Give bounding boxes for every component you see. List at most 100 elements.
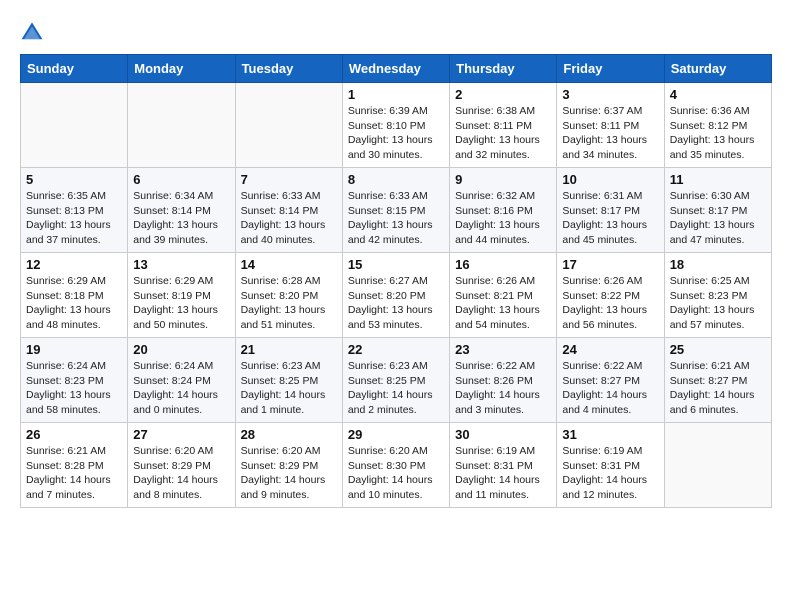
day-info: Sunrise: 6:34 AM Sunset: 8:14 PM Dayligh…: [133, 189, 229, 248]
calendar-cell: 10Sunrise: 6:31 AM Sunset: 8:17 PM Dayli…: [557, 168, 664, 253]
calendar-cell: 7 Sunrise: 6:33 AM Sunset: 8:14 PM Daylig…: [235, 168, 342, 253]
day-info: Sunrise: 6:33 AM Sunset: 8:14 PM Dayligh…: [241, 189, 337, 248]
calendar-cell: 11 Sunrise: 6:30 AM Sunset: 8:17 PM Dayli…: [664, 168, 771, 253]
col-header-wednesday: Wednesday: [342, 55, 449, 83]
calendar-cell: 26Sunrise: 6:21 AM Sunset: 8:28 PM Dayli…: [21, 423, 128, 508]
day-number: 1: [348, 87, 444, 102]
day-number: 22: [348, 342, 444, 357]
day-number: 8: [348, 172, 444, 187]
day-number: 23: [455, 342, 551, 357]
day-number: 21: [241, 342, 337, 357]
day-number: 3: [562, 87, 658, 102]
calendar-cell: 14 Sunrise: 6:28 AM Sunset: 8:20 PM Dayli…: [235, 253, 342, 338]
calendar-cell: 22 Sunrise: 6:23 AM Sunset: 8:25 PM Dayli…: [342, 338, 449, 423]
day-number: 24: [562, 342, 658, 357]
day-info: Sunrise: 6:33 AM Sunset: 8:15 PM Dayligh…: [348, 189, 444, 248]
day-number: 19: [26, 342, 122, 357]
calendar-week-row: 12 Sunrise: 6:29 AM Sunset: 8:18 PM Dayli…: [21, 253, 772, 338]
day-number: 7: [241, 172, 337, 187]
calendar-cell: 9Sunrise: 6:32 AM Sunset: 8:16 PM Daylig…: [450, 168, 557, 253]
calendar-cell: 20 Sunrise: 6:24 AM Sunset: 8:24 PM Dayli…: [128, 338, 235, 423]
logo-icon: [20, 20, 44, 44]
day-info: Sunrise: 6:29 AM Sunset: 8:19 PM Dayligh…: [133, 274, 229, 333]
calendar-week-row: 19 Sunrise: 6:24 AM Sunset: 8:23 PM Dayli…: [21, 338, 772, 423]
calendar-cell: 6 Sunrise: 6:34 AM Sunset: 8:14 PM Daylig…: [128, 168, 235, 253]
calendar-cell: [21, 83, 128, 168]
day-info: Sunrise: 6:24 AM Sunset: 8:24 PM Dayligh…: [133, 359, 229, 418]
day-number: 10: [562, 172, 658, 187]
day-number: 31: [562, 427, 658, 442]
day-info: Sunrise: 6:26 AM Sunset: 8:21 PM Dayligh…: [455, 274, 551, 333]
calendar-cell: 18 Sunrise: 6:25 AM Sunset: 8:23 PM Dayli…: [664, 253, 771, 338]
logo: [20, 20, 48, 44]
day-number: 9: [455, 172, 551, 187]
day-info: Sunrise: 6:30 AM Sunset: 8:17 PM Dayligh…: [670, 189, 766, 248]
day-number: 12: [26, 257, 122, 272]
calendar-cell: 4 Sunrise: 6:36 AM Sunset: 8:12 PM Daylig…: [664, 83, 771, 168]
calendar-cell: 21 Sunrise: 6:23 AM Sunset: 8:25 PM Dayli…: [235, 338, 342, 423]
day-info: Sunrise: 6:35 AM Sunset: 8:13 PM Dayligh…: [26, 189, 122, 248]
calendar-cell: 19 Sunrise: 6:24 AM Sunset: 8:23 PM Dayli…: [21, 338, 128, 423]
day-info: Sunrise: 6:24 AM Sunset: 8:23 PM Dayligh…: [26, 359, 122, 418]
day-number: 28: [241, 427, 337, 442]
calendar-cell: 13 Sunrise: 6:29 AM Sunset: 8:19 PM Dayli…: [128, 253, 235, 338]
day-number: 11: [670, 172, 766, 187]
day-number: 20: [133, 342, 229, 357]
day-number: 17: [562, 257, 658, 272]
calendar-cell: 8 Sunrise: 6:33 AM Sunset: 8:15 PM Daylig…: [342, 168, 449, 253]
day-info: Sunrise: 6:22 AM Sunset: 8:27 PM Dayligh…: [562, 359, 658, 418]
day-info: Sunrise: 6:29 AM Sunset: 8:18 PM Dayligh…: [26, 274, 122, 333]
day-number: 25: [670, 342, 766, 357]
day-info: Sunrise: 6:21 AM Sunset: 8:27 PM Dayligh…: [670, 359, 766, 418]
day-number: 16: [455, 257, 551, 272]
calendar-header-row: SundayMondayTuesdayWednesdayThursdayFrid…: [21, 55, 772, 83]
col-header-sunday: Sunday: [21, 55, 128, 83]
header: [20, 20, 772, 44]
day-number: 14: [241, 257, 337, 272]
day-number: 29: [348, 427, 444, 442]
day-info: Sunrise: 6:23 AM Sunset: 8:25 PM Dayligh…: [348, 359, 444, 418]
day-number: 4: [670, 87, 766, 102]
calendar-cell: 30Sunrise: 6:19 AM Sunset: 8:31 PM Dayli…: [450, 423, 557, 508]
day-info: Sunrise: 6:21 AM Sunset: 8:28 PM Dayligh…: [26, 444, 122, 503]
day-info: Sunrise: 6:20 AM Sunset: 8:30 PM Dayligh…: [348, 444, 444, 503]
calendar-cell: 29 Sunrise: 6:20 AM Sunset: 8:30 PM Dayli…: [342, 423, 449, 508]
day-number: 13: [133, 257, 229, 272]
calendar-cell: 17 Sunrise: 6:26 AM Sunset: 8:22 PM Dayli…: [557, 253, 664, 338]
day-number: 30: [455, 427, 551, 442]
calendar-cell: 1 Sunrise: 6:39 AM Sunset: 8:10 PM Daylig…: [342, 83, 449, 168]
calendar-cell: 12 Sunrise: 6:29 AM Sunset: 8:18 PM Dayli…: [21, 253, 128, 338]
calendar-cell: 28Sunrise: 6:20 AM Sunset: 8:29 PM Dayli…: [235, 423, 342, 508]
calendar-week-row: 1 Sunrise: 6:39 AM Sunset: 8:10 PM Daylig…: [21, 83, 772, 168]
day-info: Sunrise: 6:26 AM Sunset: 8:22 PM Dayligh…: [562, 274, 658, 333]
day-info: Sunrise: 6:20 AM Sunset: 8:29 PM Dayligh…: [133, 444, 229, 503]
calendar-table: SundayMondayTuesdayWednesdayThursdayFrid…: [20, 54, 772, 508]
day-info: Sunrise: 6:19 AM Sunset: 8:31 PM Dayligh…: [562, 444, 658, 503]
day-info: Sunrise: 6:23 AM Sunset: 8:25 PM Dayligh…: [241, 359, 337, 418]
calendar-cell: 27 Sunrise: 6:20 AM Sunset: 8:29 PM Dayli…: [128, 423, 235, 508]
day-info: Sunrise: 6:27 AM Sunset: 8:20 PM Dayligh…: [348, 274, 444, 333]
day-info: Sunrise: 6:39 AM Sunset: 8:10 PM Dayligh…: [348, 104, 444, 163]
day-number: 15: [348, 257, 444, 272]
day-info: Sunrise: 6:38 AM Sunset: 8:11 PM Dayligh…: [455, 104, 551, 163]
calendar-cell: [235, 83, 342, 168]
calendar-cell: 25 Sunrise: 6:21 AM Sunset: 8:27 PM Dayli…: [664, 338, 771, 423]
day-info: Sunrise: 6:36 AM Sunset: 8:12 PM Dayligh…: [670, 104, 766, 163]
calendar-cell: 31 Sunrise: 6:19 AM Sunset: 8:31 PM Dayli…: [557, 423, 664, 508]
day-number: 6: [133, 172, 229, 187]
calendar-cell: 2 Sunrise: 6:38 AM Sunset: 8:11 PM Daylig…: [450, 83, 557, 168]
day-info: Sunrise: 6:28 AM Sunset: 8:20 PM Dayligh…: [241, 274, 337, 333]
calendar-cell: 3Sunrise: 6:37 AM Sunset: 8:11 PM Daylig…: [557, 83, 664, 168]
day-number: 18: [670, 257, 766, 272]
day-number: 5: [26, 172, 122, 187]
day-info: Sunrise: 6:25 AM Sunset: 8:23 PM Dayligh…: [670, 274, 766, 333]
day-info: Sunrise: 6:22 AM Sunset: 8:26 PM Dayligh…: [455, 359, 551, 418]
calendar-cell: 24 Sunrise: 6:22 AM Sunset: 8:27 PM Dayli…: [557, 338, 664, 423]
calendar-week-row: 5 Sunrise: 6:35 AM Sunset: 8:13 PM Daylig…: [21, 168, 772, 253]
day-number: 27: [133, 427, 229, 442]
col-header-thursday: Thursday: [450, 55, 557, 83]
col-header-friday: Friday: [557, 55, 664, 83]
col-header-monday: Monday: [128, 55, 235, 83]
day-number: 2: [455, 87, 551, 102]
calendar-cell: 16 Sunrise: 6:26 AM Sunset: 8:21 PM Dayli…: [450, 253, 557, 338]
